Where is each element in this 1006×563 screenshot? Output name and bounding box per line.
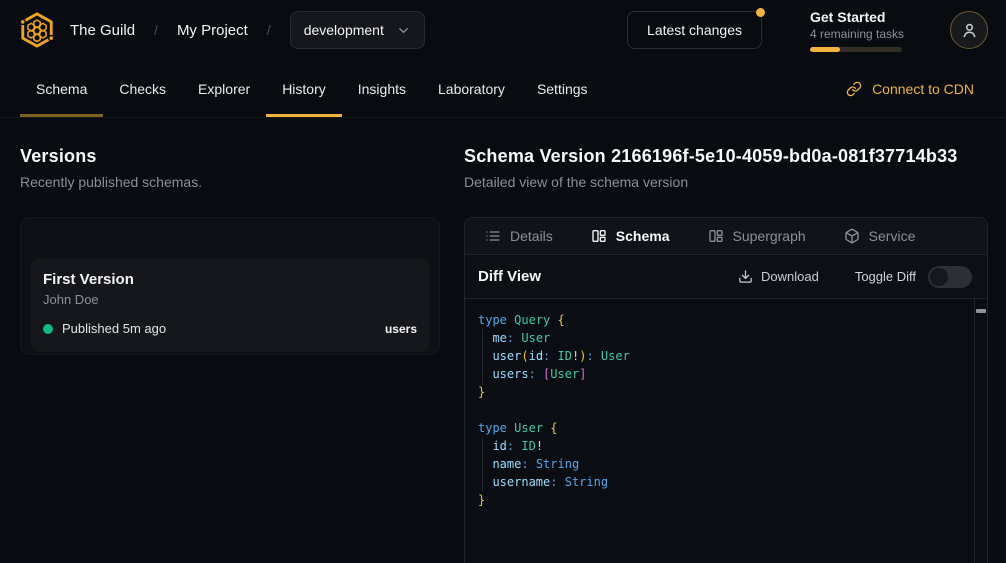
schema-detail-tabs: Details Schema Supergraph <box>465 218 987 255</box>
connect-cdn-link[interactable]: Connect to CDN <box>846 81 974 97</box>
nav-tab-history[interactable]: History <box>266 60 342 117</box>
code-line: users: [User] <box>478 365 961 383</box>
diff-toolbar: Diff View Download Toggle Diff <box>465 255 987 299</box>
tab-details[interactable]: Details <box>485 228 553 244</box>
code-line: type User { <box>478 419 961 437</box>
versions-title: Versions <box>20 146 440 167</box>
target-dropdown[interactable]: development <box>290 11 425 49</box>
code-line: user(id: ID!): User <box>478 347 961 365</box>
schema-version-subtitle: Detailed view of the schema version <box>464 174 988 190</box>
get-started-progress-fill <box>810 47 840 52</box>
tab-schema[interactable]: Schema <box>591 228 670 244</box>
list-icon <box>485 228 501 244</box>
get-started-progress-track <box>810 47 902 52</box>
get-started-subtitle: 4 remaining tasks <box>810 27 902 41</box>
code-line: type Query { <box>478 311 961 329</box>
code-content: type Query { me: User user(id: ID!): Use… <box>465 299 987 521</box>
columns-icon <box>591 228 607 244</box>
tab-supergraph-label: Supergraph <box>733 228 806 244</box>
toggle-diff-label: Toggle Diff <box>855 269 916 284</box>
download-label: Download <box>761 269 819 284</box>
code-line: id: ID! <box>478 437 961 455</box>
hive-logo[interactable] <box>18 11 56 49</box>
diff-view-title: Diff View <box>478 268 541 285</box>
code-line: name: String <box>478 455 961 473</box>
get-started-title: Get Started <box>810 9 902 25</box>
nav-tab-settings[interactable]: Settings <box>521 60 604 117</box>
tab-service-label: Service <box>869 228 916 244</box>
version-author: John Doe <box>43 292 417 307</box>
nav-tab-explorer[interactable]: Explorer <box>182 60 266 117</box>
code-line: me: User <box>478 329 961 347</box>
app-header: The Guild / My Project / development Lat… <box>0 0 1006 60</box>
breadcrumb-separator: / <box>267 22 271 38</box>
toggle-diff-switch[interactable] <box>928 266 972 288</box>
columns-icon <box>708 228 724 244</box>
service-badge: users <box>385 322 417 336</box>
nav-tab-insights[interactable]: Insights <box>342 60 422 117</box>
schema-version-panel: Schema Version 2166196f-5e10-4059-bd0a-0… <box>464 146 988 563</box>
version-name: First Version <box>43 271 417 288</box>
notification-dot <box>756 8 765 17</box>
breadcrumb-separator: / <box>154 22 158 38</box>
download-button[interactable]: Download <box>738 269 819 284</box>
nav-tab-schema[interactable]: Schema <box>20 60 103 117</box>
published-status-dot <box>43 324 53 334</box>
target-dropdown-value: development <box>304 22 384 38</box>
code-line: } <box>478 491 961 509</box>
hive-logo-icon <box>18 11 56 49</box>
code-line: username: String <box>478 473 961 491</box>
toggle-knob <box>930 268 948 286</box>
project-nav: Schema Checks Explorer History Insights … <box>0 60 1006 118</box>
versions-list-card: First Version John Doe Published 5m ago … <box>20 217 440 355</box>
nav-tab-checks[interactable]: Checks <box>103 60 182 117</box>
get-started-widget[interactable]: Get Started 4 remaining tasks <box>810 9 902 52</box>
breadcrumb-project[interactable]: My Project <box>177 22 248 39</box>
main-content: Versions Recently published schemas. Fir… <box>0 118 1006 563</box>
versions-panel: Versions Recently published schemas. Fir… <box>20 146 440 563</box>
user-icon <box>960 21 979 40</box>
latest-changes-button[interactable]: Latest changes <box>627 11 762 49</box>
nav-tab-laboratory[interactable]: Laboratory <box>422 60 521 117</box>
tab-schema-label: Schema <box>616 228 670 244</box>
code-scrollbar-thumb[interactable] <box>976 309 986 313</box>
avatar[interactable] <box>950 11 988 49</box>
version-status: Published 5m ago <box>62 321 166 336</box>
code-line <box>478 401 961 419</box>
connect-cdn-label: Connect to CDN <box>872 81 974 97</box>
schema-code-viewer[interactable]: type Query { me: User user(id: ID!): Use… <box>465 299 987 563</box>
code-line: } <box>478 383 961 401</box>
latest-changes-label: Latest changes <box>647 22 742 38</box>
breadcrumb: The Guild / My Project / <box>70 22 271 39</box>
breadcrumb-org[interactable]: The Guild <box>70 22 135 39</box>
tab-details-label: Details <box>510 228 553 244</box>
schema-version-title: Schema Version 2166196f-5e10-4059-bd0a-0… <box>464 146 988 167</box>
tab-supergraph[interactable]: Supergraph <box>708 228 806 244</box>
versions-subtitle: Recently published schemas. <box>20 174 440 190</box>
tab-service[interactable]: Service <box>844 228 916 244</box>
download-icon <box>738 269 753 284</box>
chevron-down-icon <box>396 23 411 38</box>
schema-detail-card: Details Schema Supergraph <box>464 217 988 563</box>
version-list-item[interactable]: First Version John Doe Published 5m ago … <box>31 258 429 352</box>
code-scrollbar[interactable] <box>974 299 987 563</box>
cube-icon <box>844 228 860 244</box>
link-icon <box>846 81 862 97</box>
